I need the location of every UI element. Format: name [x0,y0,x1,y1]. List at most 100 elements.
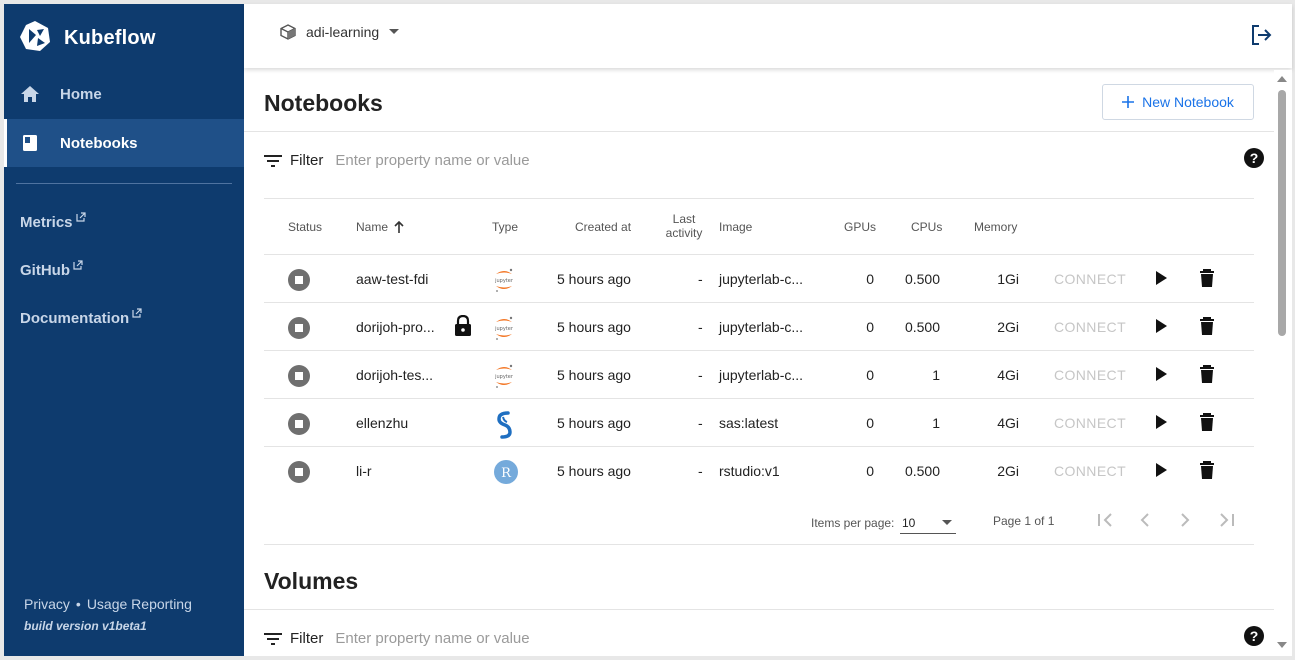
items-per-page-label: Items per page: [811,516,895,530]
footer-separator: • [75,596,81,612]
notebook-name: dorijoh-pro... [356,319,435,335]
notebooks-filter[interactable]: Filter Enter property name or value ? [264,148,1264,169]
stopped-status-icon [288,269,310,296]
sidebar-link-metrics[interactable]: Metrics [20,212,86,231]
sidebar-item-label: Notebooks [60,134,138,152]
gpus-value: 0 [866,271,874,287]
sidebar-link-documentation[interactable]: Documentation [20,308,142,327]
filter-input[interactable]: Enter property name or value [335,630,529,647]
external-link-icon [75,212,86,222]
table-row[interactable]: dorijoh-pro... jupyter 5 hours ago - jupyter… [264,302,1254,350]
col-last-activity-line1: Last [672,212,696,226]
svg-text:jupyter: jupyter [494,326,514,332]
sidebar-item-notebooks[interactable]: Notebooks [4,119,244,167]
created-at: 5 hours ago [557,271,631,287]
lock-icon [454,314,472,342]
new-notebook-label: New Notebook [1142,94,1234,110]
namespace-selector[interactable]: adi-learning [280,24,400,40]
col-created[interactable]: Created at [575,220,631,234]
start-icon[interactable] [1154,270,1168,291]
divider [244,609,1274,610]
jupyter-type-icon: jupyter [493,363,515,394]
divider [244,131,1274,132]
col-cpus[interactable]: CPUs [911,220,942,234]
last-activity: - [698,271,703,287]
chevron-down-icon [942,520,952,525]
cpus-value: 0.500 [904,319,940,335]
home-icon [20,84,40,104]
previous-page-icon[interactable] [1138,512,1152,533]
first-page-icon[interactable] [1096,512,1116,533]
logout-button[interactable] [1250,24,1272,51]
sidebar-link-github[interactable]: GitHub [20,260,83,279]
delete-icon[interactable] [1199,413,1215,436]
help-icon[interactable]: ? [1244,626,1264,651]
jupyter-type-icon: jupyter [493,315,515,346]
build-version: build version v1beta1 [24,619,147,633]
scrollbar[interactable] [1274,70,1292,656]
connect-button[interactable]: CONNECT [1054,271,1126,287]
new-notebook-button[interactable]: New Notebook [1102,84,1254,120]
last-activity: - [698,319,703,335]
usage-reporting-link[interactable]: Usage Reporting [87,596,192,612]
col-type[interactable]: Type [492,220,518,234]
paginator: Items per page: 10 Page 1 of 1 [244,510,1254,540]
connect-button[interactable]: CONNECT [1054,415,1126,431]
connect-button[interactable]: CONNECT [1054,463,1126,479]
cpus-value: 1 [932,367,940,383]
connect-button[interactable]: CONNECT [1054,367,1126,383]
sas-type-icon [493,411,515,444]
delete-icon[interactable] [1199,365,1215,388]
privacy-link[interactable]: Privacy [24,596,70,612]
image-name: jupyterlab-c... [719,319,804,335]
logout-icon [1252,25,1272,45]
items-per-page-select[interactable]: 10 [900,512,956,534]
cpus-value: 1 [932,415,940,431]
notebook-name: aaw-test-fdi [356,271,429,287]
filter-input[interactable]: Enter property name or value [335,152,529,169]
cpus-value: 0.500 [904,463,940,479]
table-row[interactable]: li-r R 5 hours ago - rstudio:v1 0 0.500 2Gi CONN… [264,446,1254,494]
delete-icon[interactable] [1199,269,1215,292]
stopped-status-icon [288,413,310,440]
start-icon[interactable] [1154,462,1168,483]
table-row[interactable]: dorijoh-tes... jupyter 5 hours ago - jupyter… [264,350,1254,398]
delete-icon[interactable] [1199,461,1215,484]
brand[interactable]: Kubeflow [18,18,156,58]
col-last-activity-line2: activity [665,226,703,240]
next-page-icon[interactable] [1178,512,1192,533]
scrollbar-thumb[interactable] [1278,90,1286,336]
gpus-value: 0 [866,463,874,479]
volumes-filter[interactable]: Filter Enter property name or value ? [264,626,1264,647]
col-gpus[interactable]: GPUs [844,220,876,234]
image-name: sas:latest [719,415,779,431]
main-content: Notebooks New Notebook Filter Enter prop… [244,70,1274,656]
scroll-up-icon[interactable] [1277,76,1287,82]
last-page-icon[interactable] [1216,512,1236,533]
external-link-icon [132,308,142,318]
sidebar-footer: Privacy • Usage Reporting [24,596,192,612]
memory-value: 1Gi [997,271,1019,287]
col-memory[interactable]: Memory [974,220,1017,234]
sort-arrow-up-icon [394,221,404,233]
table-row[interactable]: ellenzhu 5 hours ago - sas:latest 0 1 4Gi CONNE… [264,398,1254,446]
col-status[interactable]: Status [288,220,322,234]
svg-text:?: ? [1250,628,1259,644]
delete-icon[interactable] [1199,317,1215,340]
svg-text:R: R [501,466,512,481]
divider [264,198,1254,199]
col-last-activity[interactable]: Last activity [664,212,704,240]
sidebar-item-home[interactable]: Home [4,70,244,118]
col-image[interactable]: Image [719,220,752,234]
start-icon[interactable] [1154,318,1168,339]
start-icon[interactable] [1154,414,1168,435]
table-row[interactable]: aaw-test-fdi jupyter 5 hours ago - jupyterla… [264,254,1254,302]
help-icon[interactable]: ? [1244,148,1264,173]
col-name[interactable]: Name [356,220,404,234]
chevron-down-icon [389,29,400,34]
connect-button[interactable]: CONNECT [1054,319,1126,335]
col-name-label: Name [356,220,389,234]
start-icon[interactable] [1154,366,1168,387]
cube-icon [280,24,296,40]
scroll-down-icon[interactable] [1277,642,1287,648]
